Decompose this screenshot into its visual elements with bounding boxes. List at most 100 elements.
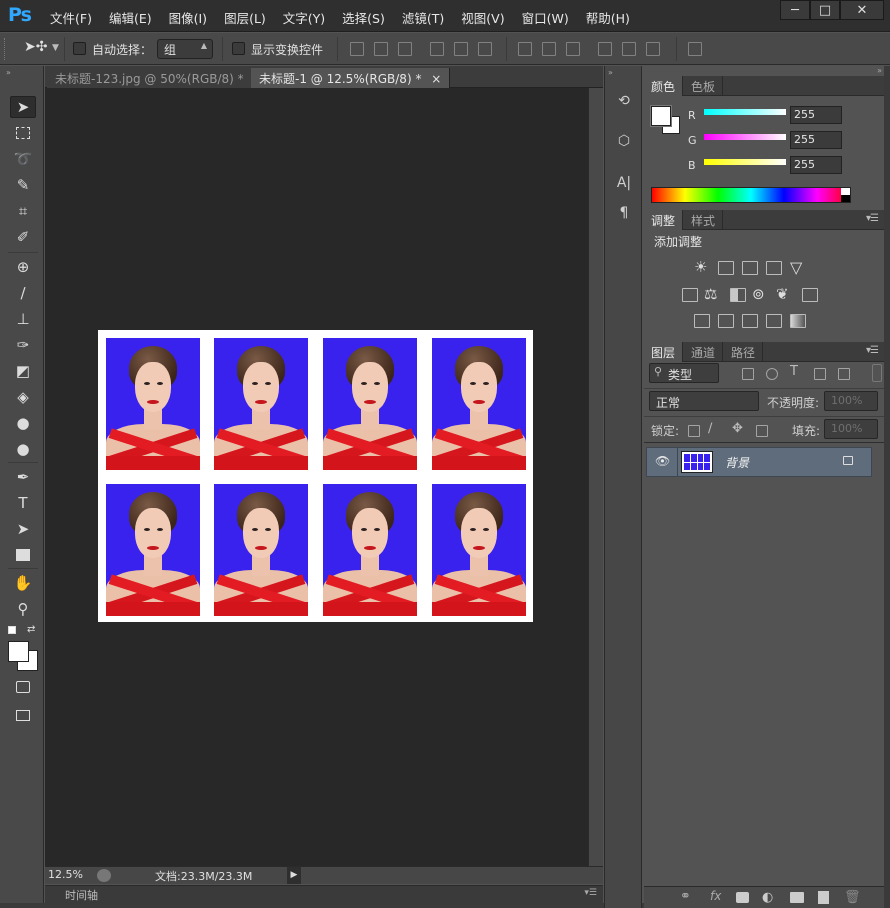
foreground-color-swatch[interactable] xyxy=(8,641,29,662)
distribute-left-icon[interactable] xyxy=(598,42,612,56)
gradient-map-icon[interactable] xyxy=(790,314,806,328)
color-balance-icon[interactable]: ⚖ xyxy=(704,285,717,303)
eye-icon[interactable]: 👁 xyxy=(655,454,670,468)
zoom-tool-icon[interactable]: ⚲ xyxy=(10,598,36,620)
type-tool-icon[interactable]: T xyxy=(10,492,36,514)
menu-window[interactable]: 窗口(W) xyxy=(522,8,569,27)
document-canvas[interactable] xyxy=(98,330,533,622)
tab-channels[interactable]: 通道 xyxy=(684,342,724,362)
photo-filter-icon[interactable]: ⊚ xyxy=(752,285,765,303)
brightness-icon[interactable]: ☀ xyxy=(694,258,707,276)
canvas-vertical-scrollbar[interactable] xyxy=(588,88,603,866)
move-tool-icon[interactable]: ➤✣ xyxy=(24,39,47,55)
healing-brush-tool-icon[interactable]: ⊕ xyxy=(10,256,36,278)
align-top-icon[interactable] xyxy=(350,42,364,56)
collapse-icon[interactable]: » xyxy=(877,66,882,75)
tab-document-1[interactable]: 未标题-123.jpg @ 50%(RGB/8) * × xyxy=(47,68,273,88)
align-bottom-icon[interactable] xyxy=(398,42,412,56)
menu-view[interactable]: 视图(V) xyxy=(461,8,504,27)
align-vcenter-icon[interactable] xyxy=(374,42,388,56)
invert-icon[interactable] xyxy=(694,314,710,328)
maximize-button[interactable]: □ xyxy=(810,0,840,20)
menu-layer[interactable]: 图层(L) xyxy=(224,8,266,27)
distribute-hcenter-icon[interactable] xyxy=(622,42,636,56)
pen-tool-icon[interactable]: ✒ xyxy=(10,466,36,488)
folder-icon[interactable] xyxy=(790,892,804,903)
g-value-field[interactable]: 255 xyxy=(790,131,842,149)
lock-position-icon[interactable]: ✥ xyxy=(732,421,743,436)
tab-document-2[interactable]: 未标题-1 @ 12.5%(RGB/8) * × xyxy=(251,68,451,88)
quick-mask-icon[interactable] xyxy=(10,676,36,698)
default-colors-icon[interactable] xyxy=(8,626,16,634)
hand-tool-icon[interactable]: ✋ xyxy=(10,572,36,594)
distribute-top-icon[interactable] xyxy=(518,42,532,56)
color-lookup-icon[interactable] xyxy=(802,288,818,302)
fx-icon[interactable]: fx xyxy=(710,889,721,903)
filter-type-icon[interactable]: T xyxy=(790,364,798,379)
tool-preset-dropdown-icon[interactable]: ▼ xyxy=(52,43,59,53)
collapse-icon[interactable]: » xyxy=(6,68,11,77)
align-right-icon[interactable] xyxy=(478,42,492,56)
lock-transparent-icon[interactable] xyxy=(688,425,700,437)
menu-filter[interactable]: 滤镜(T) xyxy=(402,8,444,27)
auto-select-dropdown[interactable]: 组 ▲ xyxy=(157,39,213,59)
close-button[interactable]: ✕ xyxy=(840,0,884,20)
lock-all-icon[interactable] xyxy=(756,425,768,437)
tab-close-icon[interactable]: × xyxy=(431,72,441,86)
filter-toggle[interactable] xyxy=(872,364,882,382)
menu-help[interactable]: 帮助(H) xyxy=(586,8,630,27)
crop-tool-icon[interactable]: ⌗ xyxy=(10,200,36,222)
minimize-button[interactable]: ─ xyxy=(780,0,810,20)
auto-align-icon[interactable] xyxy=(688,42,702,56)
tab-layers[interactable]: 图层 xyxy=(644,342,684,362)
clone-stamp-tool-icon[interactable]: ⊥ xyxy=(10,308,36,330)
selective-color-icon[interactable] xyxy=(766,314,782,328)
foreground-swatch[interactable] xyxy=(650,105,672,127)
b-value-field[interactable]: 255 xyxy=(790,156,842,174)
menu-select[interactable]: 选择(S) xyxy=(342,8,385,27)
align-left-icon[interactable] xyxy=(430,42,444,56)
status-menu-arrow-icon[interactable]: ▶ xyxy=(287,867,301,884)
mask-icon[interactable] xyxy=(736,892,749,903)
panel-menu-icon[interactable]: ▾☰ xyxy=(584,888,597,898)
tab-color[interactable]: 颜色 xyxy=(644,76,684,96)
menu-type[interactable]: 文字(Y) xyxy=(283,8,325,27)
brush-tool-icon[interactable]: ∕ xyxy=(10,282,36,304)
new-layer-icon[interactable] xyxy=(818,891,829,904)
layer-name[interactable]: 背景 xyxy=(725,454,749,471)
fill-field[interactable]: 100% xyxy=(824,419,878,439)
quick-select-tool-icon[interactable]: ✎ xyxy=(10,174,36,196)
exposure-icon[interactable] xyxy=(766,261,782,275)
shape-tool-icon[interactable] xyxy=(10,544,36,566)
collapse-icon[interactable]: » xyxy=(608,68,613,77)
screen-mode-icon[interactable] xyxy=(10,704,36,726)
white-swatch[interactable] xyxy=(841,188,850,195)
paint-bucket-tool-icon[interactable]: ◈ xyxy=(10,386,36,408)
vibrance-icon[interactable]: ▽ xyxy=(790,258,802,277)
blur-tool-icon[interactable]: ● xyxy=(10,412,36,434)
link-icon[interactable]: ⚭ xyxy=(680,889,691,904)
eyedropper-tool-icon[interactable]: ✐ xyxy=(10,226,36,248)
hue-saturation-icon[interactable] xyxy=(682,288,698,302)
options-grip[interactable] xyxy=(4,38,8,60)
panel-menu-icon[interactable]: ▾☰ xyxy=(866,345,879,356)
filter-adjustment-icon[interactable] xyxy=(766,368,778,380)
filter-pixel-icon[interactable] xyxy=(742,368,754,380)
black-swatch[interactable] xyxy=(841,195,850,202)
levels-icon[interactable] xyxy=(718,261,734,275)
zoom-level[interactable]: 12.5% xyxy=(48,868,83,881)
history-icon[interactable]: ⟲ xyxy=(612,90,636,112)
history-brush-tool-icon[interactable]: ✑ xyxy=(10,334,36,356)
marquee-tool-icon[interactable] xyxy=(10,122,36,144)
distribute-bottom-icon[interactable] xyxy=(566,42,580,56)
g-slider[interactable] xyxy=(704,134,786,140)
timeline-label[interactable]: 时间轴 xyxy=(65,887,98,903)
tab-swatches[interactable]: 色板 xyxy=(684,76,724,96)
menu-file[interactable]: 文件(F) xyxy=(50,8,92,27)
trash-icon[interactable]: 🗑 xyxy=(844,890,861,905)
show-transform-checkbox[interactable] xyxy=(232,42,245,55)
dodge-tool-icon[interactable]: ● xyxy=(10,438,36,460)
blend-mode-dropdown[interactable]: 正常 xyxy=(649,391,759,411)
posterize-icon[interactable] xyxy=(718,314,734,328)
layer-filter-dropdown[interactable]: ⚲ 类型 xyxy=(649,363,719,383)
